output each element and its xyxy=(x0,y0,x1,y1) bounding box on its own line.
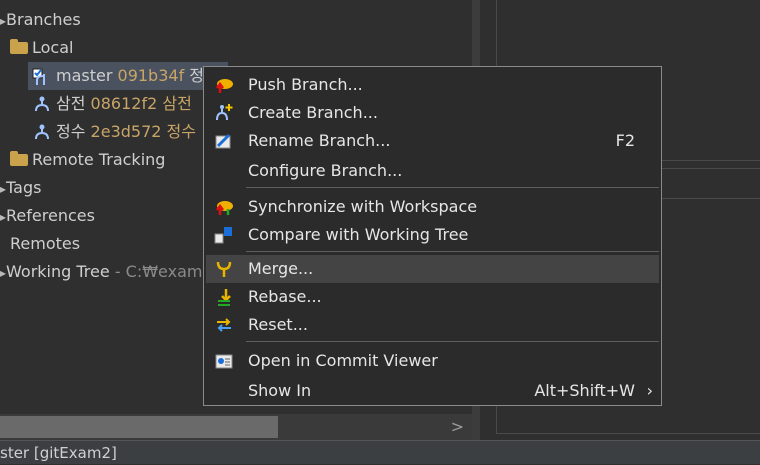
branch-icon xyxy=(35,124,49,139)
branch-checked-out-icon xyxy=(32,68,45,85)
menu-item-reset[interactable]: Reset... xyxy=(206,311,659,339)
folder-icon xyxy=(10,38,28,54)
tree-item-tags[interactable]: ▸Tags xyxy=(0,174,41,202)
rebase-icon xyxy=(218,289,231,306)
menu-item-merge[interactable]: Merge... xyxy=(206,255,659,283)
tree-item-working-tree[interactable]: ▸Working Tree - C:₩exam xyxy=(0,258,202,286)
reset-icon xyxy=(217,318,231,332)
menu-item-rename-branch[interactable]: Rename Branch... F2 xyxy=(206,127,659,155)
scroll-right-icon[interactable]: > xyxy=(451,414,464,440)
menu-item-push-branch[interactable]: Push Branch... xyxy=(206,71,659,99)
status-bar: ster [gitExam2] xyxy=(0,440,760,464)
rename-icon xyxy=(215,133,231,149)
tree-item-branch-2[interactable]: 정수 2e3d572 정수 xyxy=(32,118,196,146)
sync-icon xyxy=(216,201,233,215)
menu-separator xyxy=(246,251,659,252)
scrollbar-thumb[interactable] xyxy=(0,416,278,438)
menu-item-show-in[interactable]: Show In Alt+Shift+W › xyxy=(206,377,659,405)
menu-item-open-commit-viewer[interactable]: Open in Commit Viewer xyxy=(206,347,659,375)
tree-item-branch-1[interactable]: 삼전 08612f2 삼전 xyxy=(32,90,192,118)
folder-icon xyxy=(10,150,28,166)
tree-item-local[interactable]: Local xyxy=(10,34,73,62)
commit-viewer-icon xyxy=(215,354,233,369)
tree-item-branches[interactable]: ▸Branches xyxy=(0,6,81,34)
horizontal-scrollbar[interactable]: > xyxy=(0,414,472,440)
menu-item-configure-branch[interactable]: Configure Branch... xyxy=(206,157,659,185)
create-branch-icon xyxy=(216,104,233,121)
menu-separator xyxy=(246,341,659,342)
context-menu: Push Branch... Create Branch... Rename B… xyxy=(203,66,662,406)
menu-item-synchronize[interactable]: Synchronize with Workspace xyxy=(206,193,659,221)
push-icon xyxy=(216,79,233,93)
menu-item-rebase[interactable]: Rebase... xyxy=(206,283,659,311)
status-text: ster [gitExam2] xyxy=(0,444,117,462)
tree-item-master[interactable]: master 091b34f 정 xyxy=(32,62,204,90)
menu-item-create-branch[interactable]: Create Branch... xyxy=(206,99,659,127)
tree-item-references[interactable]: ▸References xyxy=(0,202,95,230)
submenu-chevron-icon: › xyxy=(646,381,653,400)
compare-icon xyxy=(214,227,232,244)
tree-item-remotes[interactable]: Remotes xyxy=(10,230,80,258)
menu-item-compare[interactable]: Compare with Working Tree xyxy=(206,221,659,249)
menu-separator xyxy=(246,187,659,188)
tree-item-remote-tracking[interactable]: Remote Tracking xyxy=(10,146,165,174)
merge-icon xyxy=(216,261,232,277)
branch-icon xyxy=(35,96,49,111)
